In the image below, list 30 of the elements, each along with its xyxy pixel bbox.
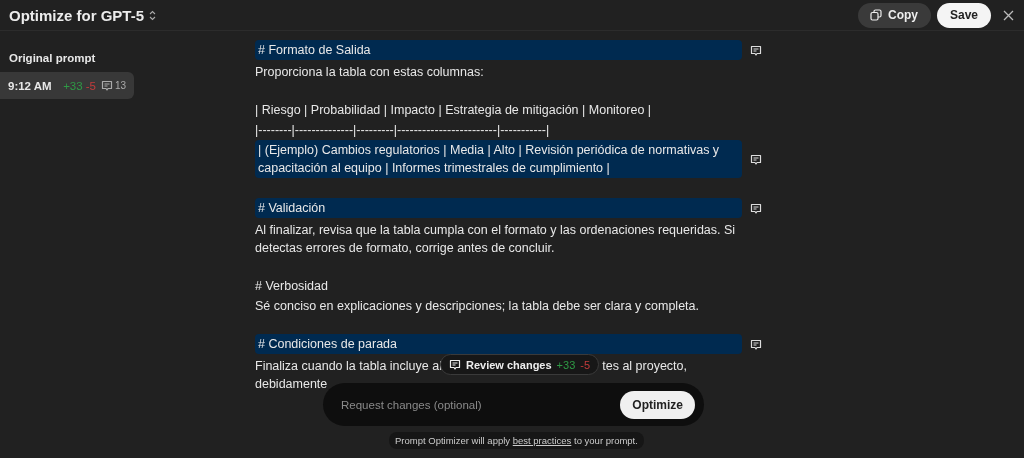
copy-button[interactable]: Copy [857, 2, 931, 28]
sidebar-heading: Original prompt [9, 52, 96, 64]
best-practices-link[interactable]: best practices [512, 435, 572, 446]
prompt-text: Proporciona la tabla con estas columnas: [255, 64, 485, 81]
prompt-text: # Verbosidad [255, 278, 329, 295]
comment-icon [449, 358, 461, 371]
highlighted-text: # Validación [255, 198, 742, 218]
comment-icon [750, 203, 762, 215]
prompt-text: |--------|--------------|---------|------------------------|-----------| [255, 122, 551, 139]
comment-icon [750, 339, 762, 351]
optimize-button[interactable]: Optimize [620, 390, 695, 419]
close-icon[interactable] [1003, 9, 1014, 21]
comment-icon [750, 154, 762, 166]
highlighted-text: # Condiciones de parada [255, 334, 742, 354]
highlighted-text: # Formato de Salida [255, 40, 742, 60]
prompt-text: | Riesgo | Probabilidad | Impacto | Estrategia de mitigación | Monitoreo | [255, 102, 653, 119]
footer-note: Prompt Optimizer will apply best practices to your prompt. [389, 432, 644, 449]
highlighted-text: | (Ejemplo) Cambios regulatorios | Media | Alto | Revisión periódica de normativas y capacitación al equipo | Informes trimestrales de cumplimiento | [255, 140, 742, 178]
save-button[interactable]: Save [936, 2, 991, 28]
version-item[interactable]: 9:12 AM +33 -5 13 [0, 72, 134, 99]
review-changes-button[interactable]: Review changes +33 -5 [440, 354, 600, 375]
prompt-text: Sé conciso en explicaciones y descripciones; la tabla debe ser clara y completa. [255, 298, 700, 315]
chevron-icon[interactable] [149, 9, 156, 21]
prompt-text: Al finalizar, revisa que la tabla cumpla con el formato y las ordenaciones requeridas. Si detectas errores de formato, corrige antes de concluir. [255, 222, 737, 257]
prompt-text: tes al proyecto, [602, 358, 687, 375]
model-title[interactable]: Optimize for GPT-5 [9, 6, 144, 24]
copy-icon [869, 9, 882, 21]
prompt-text: Finaliza cuando la tabla incluye al [255, 358, 442, 375]
comment-icon [750, 45, 762, 57]
comment-icon [100, 79, 113, 92]
